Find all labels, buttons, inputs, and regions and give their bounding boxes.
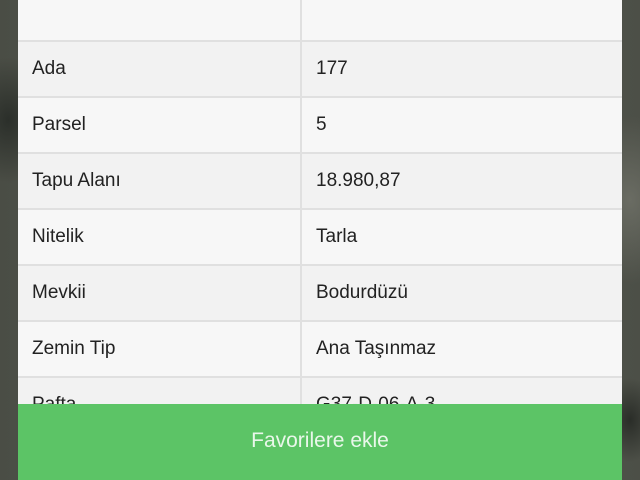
table-row-tapu-alani: Tapu Alanı 18.980,87 — [18, 154, 622, 210]
table-row-ada: Ada 177 — [18, 42, 622, 98]
table-row-nitelik: Nitelik Tarla — [18, 210, 622, 266]
row-value: 18.980,87 — [302, 154, 622, 208]
row-label — [18, 0, 302, 40]
table-row-mevkii: Mevkii Bodurdüzü — [18, 266, 622, 322]
row-value: Tarla — [302, 210, 622, 264]
row-label: Mevkii — [18, 266, 302, 320]
row-label: Zemin Tip — [18, 322, 302, 376]
row-value: 5 — [302, 98, 622, 152]
row-label: Parsel — [18, 98, 302, 152]
table-row-parsel: Parsel 5 — [18, 98, 622, 154]
row-value: Ana Taşınmaz — [302, 322, 622, 376]
table-row-partial — [18, 0, 622, 42]
row-value: Bodurdüzü — [302, 266, 622, 320]
row-value: 177 — [302, 42, 622, 96]
row-label: Ada — [18, 42, 302, 96]
add-to-favorites-button[interactable]: Favorilere ekle — [18, 404, 622, 480]
table-row-zemin-tip: Zemin Tip Ana Taşınmaz — [18, 322, 622, 378]
row-label: Nitelik — [18, 210, 302, 264]
row-value — [302, 0, 622, 40]
row-label: Tapu Alanı — [18, 154, 302, 208]
parcel-info-table: Ada 177 Parsel 5 Tapu Alanı 18.980,87 Ni… — [18, 0, 622, 434]
